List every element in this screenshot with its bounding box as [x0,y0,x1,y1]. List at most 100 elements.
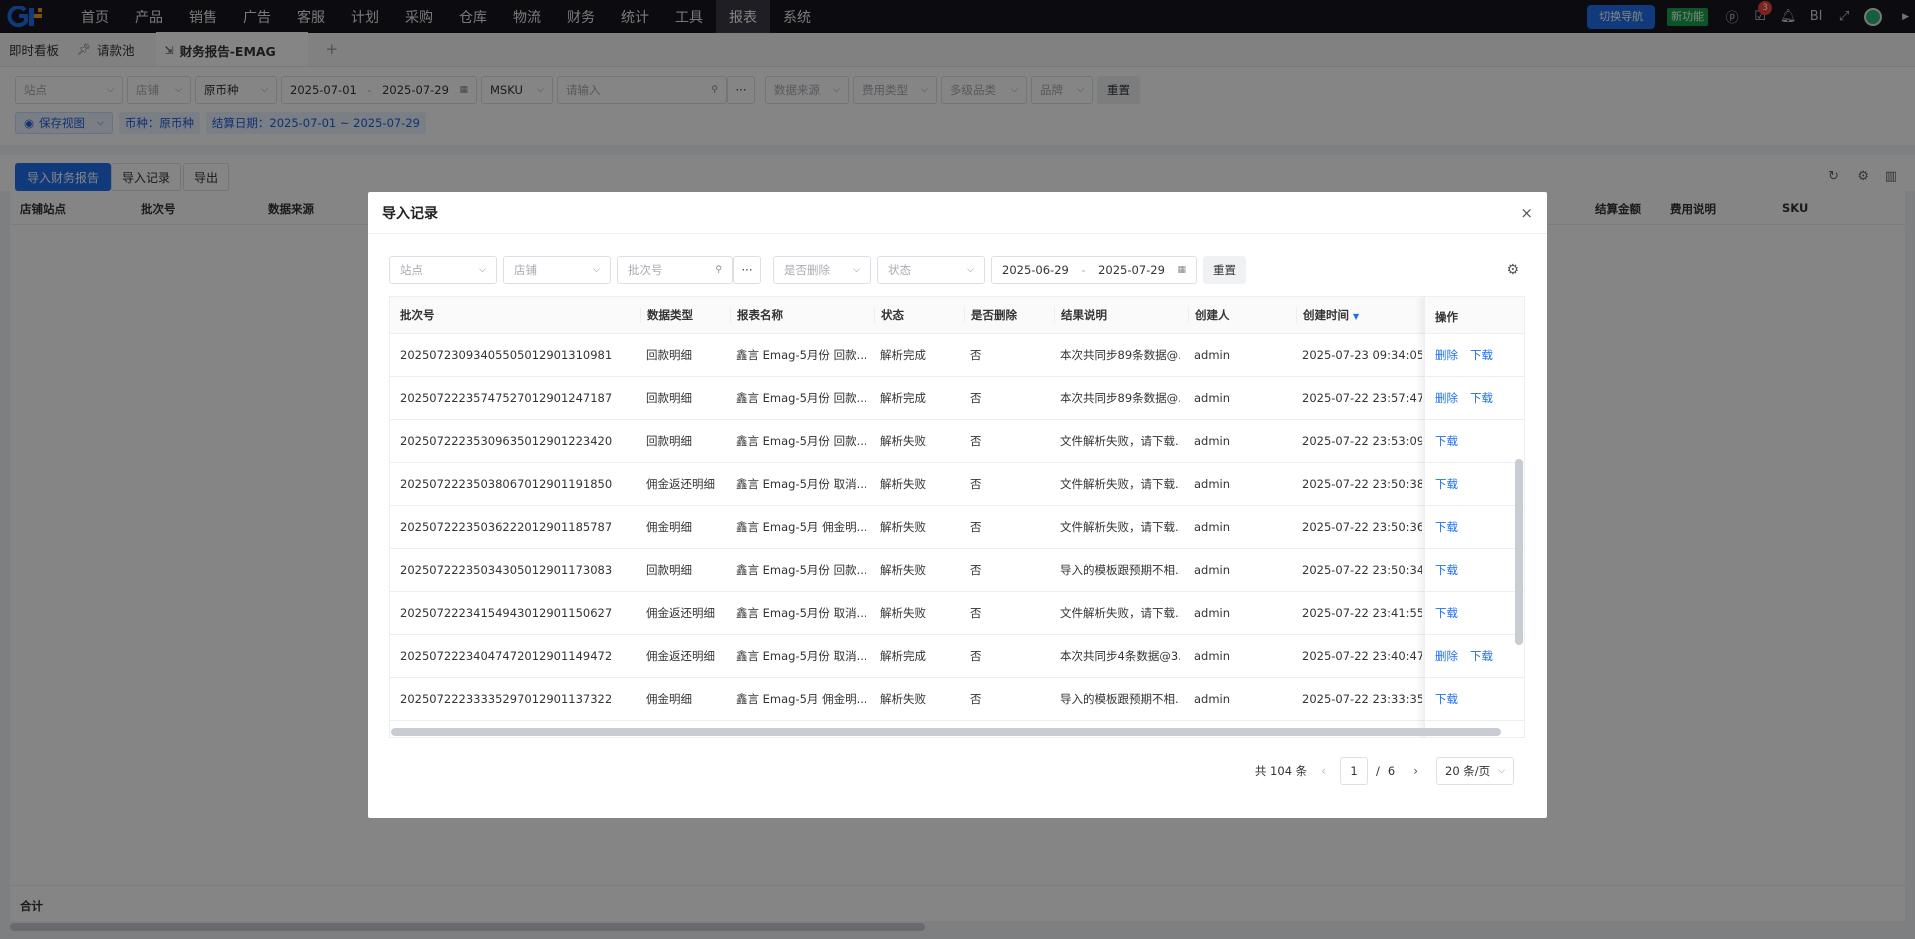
cell-batch: 20250722235038067012901191850 [400,477,613,491]
table-row: 20250722235036222012901185787 佣金明细 鑫言 Emag… [390,506,1524,549]
download-link[interactable]: 下载 [1435,691,1458,707]
cell-status: 解析完成 [880,391,926,405]
cell-type: 回款明细 [646,434,692,448]
download-link[interactable]: 下载 [1435,562,1458,578]
col-time[interactable]: 创建时间 ▼ [1296,307,1359,323]
col-batch: 批次号 [400,308,435,322]
more-icon[interactable]: ··· [733,256,761,284]
cell-status: 解析失败 [880,563,926,577]
cell-time: 2025-07-22 23:50:36 [1302,520,1422,534]
download-link[interactable]: 下载 [1435,605,1458,621]
horizontal-scrollbar[interactable] [391,728,1501,736]
ops-cell: 下载 [1425,592,1524,635]
date-start: 2025-06-29 [1002,263,1069,277]
total-pages: 6 [1387,764,1396,778]
cell-report: 鑫言 Emag-5月份 取消... [736,649,866,663]
page-size-select[interactable]: 20 条/页 ⌵ [1436,757,1514,785]
cell-type: 佣金明细 [646,692,692,706]
cell-time: 2025-07-23 09:34:05 [1302,348,1422,362]
prev-page-icon[interactable]: ‹ [1321,764,1326,778]
cell-type: 回款明细 [646,348,692,362]
table-row: 20250722235309635012901223420 回款明细 鑫言 Emag… [390,420,1524,463]
cell-status: 解析失败 [880,434,926,448]
cell-creator: admin [1194,606,1231,620]
cell-batch: 20250722235036222012901185787 [400,520,613,534]
cell-type: 回款明细 [646,391,692,405]
col-report: 报表名称 [730,307,783,323]
next-page-icon[interactable]: › [1413,764,1418,778]
vertical-scrollbar[interactable] [1515,459,1523,645]
gear-icon[interactable]: ⚙ [1506,262,1519,278]
cell-deleted: 否 [970,348,982,362]
download-link[interactable]: 下载 [1435,519,1458,535]
calendar-icon: ▦ [1177,265,1186,275]
cell-status: 解析失败 [880,692,926,706]
status-label: 状态 [888,263,911,277]
cell-result: 本次共同步89条数据@... [1060,348,1180,362]
delete-link[interactable]: 删除 [1435,390,1458,406]
cell-creator: admin [1194,520,1231,534]
download-link[interactable]: 下载 [1435,433,1458,449]
cell-report: 鑫言 Emag-5月 佣金明... [736,692,866,706]
modal-reset-button[interactable]: 重置 [1203,256,1246,284]
ops-cell: 下载 [1425,506,1524,549]
table-row: 20250722233335297012901137322 佣金明细 鑫言 Emag… [390,678,1524,721]
download-link[interactable]: 下载 [1470,347,1493,363]
table-row: 20250722235038067012901191850 佣金返还明细 鑫言 Em… [390,463,1524,506]
ops-cell: 下载 [1425,420,1524,463]
cell-deleted: 否 [970,692,982,706]
ops-cell: 下载 [1425,463,1524,506]
modal-shop-select[interactable]: 店铺 ⌵ [503,256,611,284]
modal-header: 导入记录 × [368,192,1547,234]
cell-batch: 20250722235747527012901247187 [400,391,613,405]
cell-report: 鑫言 Emag-5月份 取消... [736,477,866,491]
cell-result: 文件解析失败，请下载... [1060,477,1180,491]
cell-status: 解析完成 [880,348,926,362]
cell-creator: admin [1194,348,1231,362]
cell-result: 本次共同步89条数据@... [1060,391,1180,405]
download-link[interactable]: 下载 [1470,648,1493,664]
chevron-down-icon: ⌵ [967,265,974,275]
download-link[interactable]: 下载 [1470,390,1493,406]
search-icon[interactable]: ⚲ [715,265,722,275]
col-time-label: 创建时间 [1303,308,1349,322]
cell-creator: admin [1194,692,1231,706]
col-ops: 操作 [1425,297,1524,334]
total-count: 共 104 条 [1254,764,1308,778]
table-row: 202507230934055050129013109​81 回款明细 鑫言 Ema… [390,334,1524,377]
date-end: 2025-07-29 [1098,263,1165,277]
modal-date-range-picker[interactable]: 2025-06-29-2025-07-29 ▦ [991,256,1197,284]
modal-site-select[interactable]: 站点 ⌵ [389,256,497,284]
table-row: 20250722234154943012901150627 佣金返还明细 鑫言 Em… [390,592,1524,635]
table-header: 批次号 数据类型 报表名称 状态 是否删除 结果说明 创建人 创建时间 ▼ [390,297,1524,334]
cell-time: 2025-07-22 23:41:55 [1302,606,1422,620]
batch-search-input[interactable]: 批次号 ⚲ [617,256,733,284]
status-select[interactable]: 状态 ⌵ [877,256,985,284]
cell-time: 2025-07-22 23:50:34 [1302,563,1422,577]
delete-link[interactable]: 删除 [1435,648,1458,664]
col-status: 状态 [874,307,904,323]
deleted-label: 是否删除 [784,263,830,277]
cell-deleted: 否 [970,563,982,577]
cell-result: 本次共同步4条数据@3... [1060,649,1180,663]
cell-result: 文件解析失败，请下载... [1060,606,1180,620]
shop-label: 店铺 [514,263,537,277]
cell-creator: admin [1194,434,1231,448]
date-sep: - [1081,263,1086,277]
import-record-table: 批次号 数据类型 报表名称 状态 是否删除 结果说明 创建人 创建时间 ▼ 202… [389,296,1525,738]
page-input[interactable]: 1 [1339,757,1368,785]
delete-link[interactable]: 删除 [1435,347,1458,363]
deleted-select[interactable]: 是否删除 ⌵ [773,256,871,284]
table-row: 20250722234047472012901149472 佣金返还明细 鑫言 Em… [390,635,1524,678]
ops-cell: 下载 [1425,549,1524,592]
download-link[interactable]: 下载 [1435,476,1458,492]
sort-desc-icon[interactable]: ▼ [1353,312,1359,321]
cell-result: 导入的模板跟预期不相... [1060,563,1180,577]
cell-report: 鑫言 Emag-5月份 回款... [736,563,866,577]
cell-batch: 20250722235309635012901223420 [400,434,613,448]
chevron-down-icon: ⌵ [593,265,600,275]
close-icon[interactable]: × [1520,204,1533,222]
cell-deleted: 否 [970,649,982,663]
col-type: 数据类型 [640,307,693,323]
page-size-label: 20 条/页 [1445,764,1491,778]
